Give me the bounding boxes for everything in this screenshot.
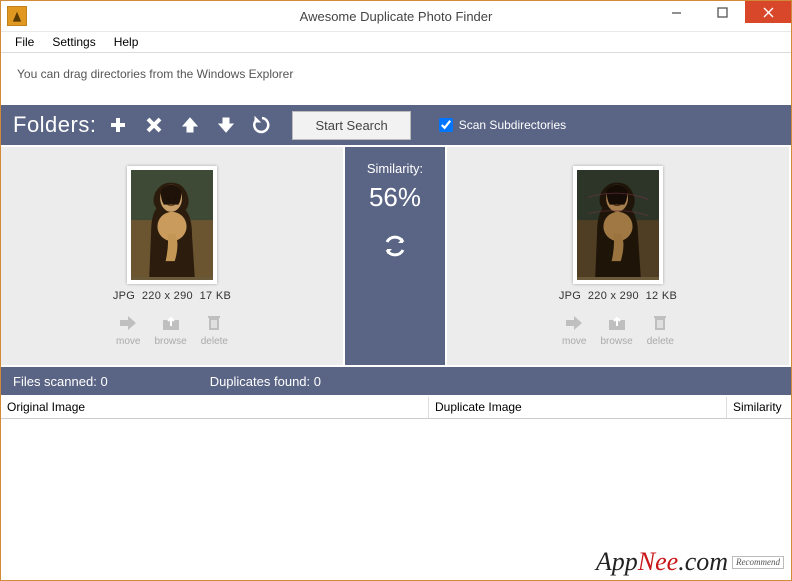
- folder-up-icon: [606, 312, 628, 334]
- files-scanned: Files scanned: 0: [13, 374, 108, 389]
- compare-area: JPG 220 x 290 17 KB move browse delete S…: [1, 147, 791, 367]
- left-thumbnail[interactable]: [127, 166, 217, 284]
- scan-subdirectories-checkbox[interactable]: Scan Subdirectories: [439, 118, 566, 132]
- panel-divider: [789, 147, 791, 365]
- scan-subdirectories-input[interactable]: [439, 118, 453, 132]
- similarity-label: Similarity:: [367, 161, 423, 176]
- remove-folder-button[interactable]: [140, 111, 168, 139]
- watermark: AppNee.com Recommend: [596, 549, 784, 575]
- minimize-button[interactable]: [653, 1, 699, 23]
- right-thumbnail[interactable]: [573, 166, 663, 284]
- left-browse-button[interactable]: browse: [154, 312, 186, 347]
- swap-button[interactable]: [382, 233, 408, 262]
- app-icon: [7, 6, 27, 26]
- trash-icon: [649, 312, 671, 334]
- folders-label: Folders:: [13, 112, 96, 138]
- menu-settings[interactable]: Settings: [44, 33, 103, 51]
- col-original[interactable]: Original Image: [1, 397, 429, 418]
- move-up-button[interactable]: [176, 111, 204, 139]
- add-folder-button[interactable]: [104, 111, 132, 139]
- right-move-button[interactable]: move: [562, 312, 586, 347]
- left-meta: JPG 220 x 290 17 KB: [113, 290, 231, 302]
- drop-zone-hint: You can drag directories from the Window…: [17, 67, 293, 81]
- right-panel: JPG 220 x 290 12 KB move browse delete: [447, 147, 789, 365]
- reset-button[interactable]: [248, 111, 276, 139]
- status-bar: Files scanned: 0 Duplicates found: 0: [1, 367, 791, 397]
- title-bar: Awesome Duplicate Photo Finder: [1, 1, 791, 31]
- right-delete-button[interactable]: delete: [647, 312, 674, 347]
- scan-subdirectories-label: Scan Subdirectories: [459, 118, 566, 132]
- right-browse-button[interactable]: browse: [600, 312, 632, 347]
- similarity-value: 56%: [369, 182, 421, 213]
- menu-bar: File Settings Help: [1, 31, 791, 53]
- arrow-right-icon: [563, 312, 585, 334]
- similarity-panel: Similarity: 56%: [343, 147, 447, 365]
- results-table-header: Original Image Duplicate Image Similarit…: [1, 397, 791, 419]
- results-table-body: [1, 419, 791, 519]
- maximize-button[interactable]: [699, 1, 745, 23]
- left-move-button[interactable]: move: [116, 312, 140, 347]
- close-button[interactable]: [745, 1, 791, 23]
- col-similarity[interactable]: Similarity: [727, 397, 791, 418]
- folder-up-icon: [160, 312, 182, 334]
- folders-toolbar: Folders: Start Search Scan Subdirectorie…: [1, 103, 791, 147]
- arrow-right-icon: [117, 312, 139, 334]
- left-panel: JPG 220 x 290 17 KB move browse delete: [1, 147, 343, 365]
- right-meta: JPG 220 x 290 12 KB: [559, 290, 677, 302]
- start-search-button[interactable]: Start Search: [292, 111, 410, 140]
- menu-file[interactable]: File: [7, 33, 42, 51]
- menu-help[interactable]: Help: [106, 33, 147, 51]
- duplicates-found: Duplicates found: 0: [210, 374, 321, 389]
- drop-zone[interactable]: You can drag directories from the Window…: [1, 53, 791, 103]
- trash-icon: [203, 312, 225, 334]
- col-duplicate[interactable]: Duplicate Image: [429, 397, 727, 418]
- move-down-button[interactable]: [212, 111, 240, 139]
- left-delete-button[interactable]: delete: [201, 312, 228, 347]
